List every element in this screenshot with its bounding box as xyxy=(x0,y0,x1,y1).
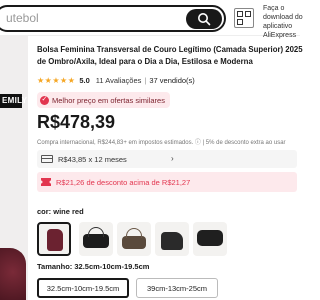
color-option-brown[interactable] xyxy=(117,222,151,256)
color-option-black[interactable] xyxy=(79,222,113,256)
bag-thumb-image xyxy=(197,230,223,246)
bag-thumb-image xyxy=(47,229,63,251)
search-button[interactable] xyxy=(186,9,222,29)
color-option-wine-red[interactable] xyxy=(37,222,71,256)
size-option-large[interactable]: 39cm-13cm-25cm xyxy=(136,278,218,298)
size-label: Tamanho: 32.5cm-10cm-19.5cm xyxy=(37,262,150,271)
price-note: Compra internacional, R$244,83+ em impos… xyxy=(37,140,286,146)
color-label: cor: wine red xyxy=(37,207,84,216)
bag-thumb-image xyxy=(161,232,183,250)
product-main-image[interactable]: EMILY xyxy=(0,36,28,300)
credit-card-icon xyxy=(41,155,53,163)
top-bar: utebol Faça o download do aplicativo Ali… xyxy=(0,0,303,39)
bag-strap xyxy=(88,227,104,237)
search-icon xyxy=(198,13,211,26)
installment-row[interactable]: R$43,85 x 12 meses › xyxy=(37,150,297,168)
best-price-badge: Melhor preço em ofertas similares xyxy=(37,92,170,108)
bag-strap xyxy=(126,228,142,238)
rating-stars-icon: ★★★★★ xyxy=(37,75,76,85)
brand-badge-text: EMILY xyxy=(2,96,28,105)
product-price: R$478,39 xyxy=(37,112,116,132)
coupon-icon xyxy=(41,178,51,186)
bag-image xyxy=(0,248,26,300)
qr-code-icon[interactable] xyxy=(234,8,254,28)
brand-badge: EMILY xyxy=(0,94,27,108)
search-input[interactable]: utebol xyxy=(0,5,226,32)
discount-row[interactable]: R$21,26 de desconto acima de R$21,27 xyxy=(37,172,297,192)
discount-text: R$21,26 de desconto acima de R$21,27 xyxy=(56,177,191,187)
rating-row: ★★★★★ 5.0 11 Avaliações | 37 vendido(s) xyxy=(37,74,195,86)
installment-text: R$43,85 x 12 meses xyxy=(58,154,127,164)
rating-value: 5.0 xyxy=(79,75,90,85)
reviews-link[interactable]: 11 Avaliações xyxy=(96,76,142,85)
check-badge-icon xyxy=(40,95,49,105)
sold-count: 37 vendido(s) xyxy=(149,75,195,85)
size-option-small[interactable]: 32.5cm-10cm-19.5cm xyxy=(37,278,129,298)
best-price-text: Melhor preço em ofertas similares xyxy=(52,95,165,105)
search-text[interactable]: utebol xyxy=(6,11,39,25)
chevron-right-icon: › xyxy=(171,154,174,163)
color-option-black-2[interactable] xyxy=(155,222,189,256)
app-download-text[interactable]: Faça o download do aplicativo AliExpress xyxy=(263,4,303,40)
product-title: Bolsa Feminina Transversal de Couro Legí… xyxy=(37,45,303,66)
color-option-black-3[interactable] xyxy=(193,222,227,256)
separator: | xyxy=(144,75,147,85)
